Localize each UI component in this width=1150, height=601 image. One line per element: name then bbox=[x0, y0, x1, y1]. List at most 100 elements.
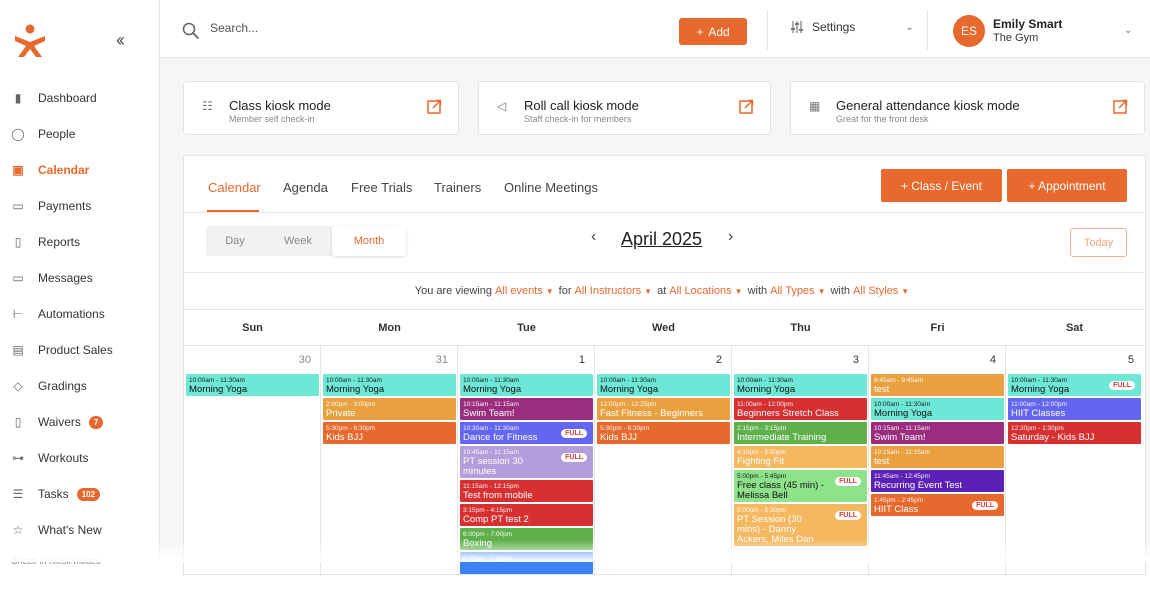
sidebar-item-payments[interactable]: ▭ Payments bbox=[0, 188, 160, 224]
tab-agenda[interactable]: Agenda bbox=[283, 180, 328, 195]
calendar-event[interactable]: 10:00am - 11:30am Morning Yoga bbox=[734, 374, 867, 396]
event-time: 10:00am - 11:30am bbox=[874, 401, 930, 408]
calendar-event[interactable]: 10:00am - 11:30am Morning Yoga bbox=[597, 374, 730, 396]
calendar-event[interactable]: 10:00am - 11:30am Morning Yoga FULL bbox=[1008, 374, 1141, 396]
external-link-icon[interactable] bbox=[427, 99, 442, 114]
receipt-icon: ▤ bbox=[12, 343, 24, 357]
sidebar-item-label: Reports bbox=[38, 235, 81, 249]
calendar-event[interactable]: 10:45am - 11:15am PT session 30 minutes FU… bbox=[460, 446, 593, 478]
kiosk-list-icon: ☷ bbox=[202, 99, 213, 113]
chevron-down-icon[interactable]: ▼ bbox=[735, 287, 743, 296]
search-input[interactable] bbox=[210, 21, 510, 35]
view-week[interactable]: Week bbox=[264, 226, 332, 256]
calendar-event[interactable]: 2:00pm - 3:00pm Private bbox=[323, 398, 456, 420]
calendar-event[interactable]: 12:30pm - 1:30pm Saturday - Kids BJJ bbox=[1008, 422, 1141, 444]
automation-icon: ⊢ bbox=[12, 307, 24, 321]
external-link-icon[interactable] bbox=[1113, 99, 1128, 114]
kiosk-card-class[interactable]: ☷ Class kiosk mode Member self check-in bbox=[183, 81, 459, 135]
chevron-down-icon[interactable]: ▼ bbox=[546, 287, 554, 296]
filter-types[interactable]: All Types bbox=[770, 285, 814, 297]
calendar-event[interactable]: 10:15am - 11:15am Swim Team! bbox=[871, 422, 1004, 444]
chevron-down-icon[interactable]: ▼ bbox=[818, 287, 826, 296]
megaphone-icon: ◁ bbox=[497, 99, 507, 113]
calendar-event[interactable]: 4:15pm - 5:00pm Fighting Fit bbox=[734, 446, 867, 468]
event-time: 2:00pm - 3:00pm bbox=[326, 401, 376, 408]
chevron-down-icon[interactable]: ⌄ bbox=[1124, 25, 1132, 36]
calendar-event[interactable]: 11:15am - 12:15pm Test from mobile bbox=[460, 480, 593, 502]
day-of-week-label: Wed bbox=[651, 322, 676, 334]
chevron-down-icon[interactable]: ▼ bbox=[901, 287, 909, 296]
main-content: ☷ Class kiosk mode Member self check-in … bbox=[160, 58, 1150, 576]
calendar-event[interactable]: 10:00am - 11:30am Morning Yoga bbox=[871, 398, 1004, 420]
chevron-left-icon[interactable]: ‹ bbox=[591, 228, 596, 246]
filter-instructors[interactable]: All Instructors bbox=[575, 285, 642, 297]
full-badge: FULL bbox=[972, 501, 998, 510]
sidebar-item-reports[interactable]: ▯ Reports bbox=[0, 224, 160, 260]
sidebar-item-calendar[interactable]: ▣ Calendar bbox=[0, 152, 160, 188]
calendar-event[interactable]: 11:00am - 12:00pm Beginners Stretch Class bbox=[734, 398, 867, 420]
add-button[interactable]: + Add bbox=[679, 18, 747, 45]
sidebar-item-messages[interactable]: ▭ Messages bbox=[0, 260, 160, 296]
calendar-event[interactable]: 8:45am - 9:45am test bbox=[871, 374, 1004, 396]
today-button[interactable]: Today bbox=[1070, 228, 1127, 257]
event-time: 10:15am - 11:15am bbox=[874, 449, 930, 456]
calendar-event[interactable]: 10:15am - 11:15am test bbox=[871, 446, 1004, 468]
calendar-event[interactable]: 5:00pm - 5:45pm Free class (45 min) - Mel… bbox=[734, 470, 867, 502]
tab-trainers[interactable]: Trainers bbox=[434, 180, 481, 195]
calendar-event[interactable]: 10:00am - 11:30am Morning Yoga bbox=[323, 374, 456, 396]
event-time: 10:00am - 11:30am bbox=[189, 377, 245, 384]
sidebar-item-workouts[interactable]: ⊶ Workouts bbox=[0, 440, 160, 476]
day-of-week-label: Fri bbox=[930, 322, 945, 334]
filter-events[interactable]: All events bbox=[495, 285, 543, 297]
tab-online-meetings[interactable]: Online Meetings bbox=[504, 180, 598, 195]
calendar-event[interactable]: 10:00am - 11:30am Morning Yoga bbox=[460, 374, 593, 396]
tab-calendar[interactable]: Calendar bbox=[208, 180, 261, 195]
sidebar-item-label: Product Sales bbox=[38, 343, 113, 357]
sidebar-item-automations[interactable]: ⊢ Automations bbox=[0, 296, 160, 332]
add-appointment-button[interactable]: + Appointment bbox=[1007, 169, 1127, 202]
calendar-event[interactable]: 5:30pm - 6:30pm Kids BJJ bbox=[323, 422, 456, 444]
calendar-event[interactable]: 10:15am - 11:15am Swim Team! bbox=[460, 398, 593, 420]
sidebar-item-dashboard[interactable]: ▮ Dashboard bbox=[0, 80, 160, 116]
view-month[interactable]: Month bbox=[332, 226, 406, 256]
sidebar-item-product-sales[interactable]: ▤ Product Sales bbox=[0, 332, 160, 368]
user-name[interactable]: Emily Smart bbox=[993, 17, 1062, 31]
event-name: Kids BJJ bbox=[600, 432, 637, 443]
sidebar-item-gradings[interactable]: ◇ Gradings bbox=[0, 368, 160, 404]
filter-locations[interactable]: All Locations bbox=[669, 285, 731, 297]
sidebar-item-label: People bbox=[38, 127, 76, 141]
calendar-event[interactable]: 10:30am - 11:30am Dance for Fitness FULL bbox=[460, 422, 593, 444]
sidebar-item-tasks[interactable]: ☰ Tasks 102 bbox=[0, 476, 160, 512]
event-time: 10:00am - 11:30am bbox=[737, 377, 793, 384]
filter-styles[interactable]: All Styles bbox=[853, 285, 898, 297]
double-chevron-left-icon[interactable]: ‹‹ bbox=[116, 30, 125, 51]
calendar-tabs: Calendar Agenda Free Trials Trainers Onl… bbox=[184, 156, 1145, 213]
calendar-event[interactable]: 1:45pm - 2:45pm HIIT Class FULL bbox=[871, 494, 1004, 516]
sidebar-item-label: Messages bbox=[38, 271, 93, 285]
user-icon: ◯ bbox=[11, 127, 25, 141]
calendar-event[interactable]: 12:00pm - 12:25pm Fast Fitness - Beginner… bbox=[597, 398, 730, 420]
calendar-event[interactable]: 5:30pm - 6:30pm Kids BJJ bbox=[597, 422, 730, 444]
sidebar-item-label: Workouts bbox=[38, 451, 89, 465]
tab-free-trials[interactable]: Free Trials bbox=[351, 180, 412, 195]
avatar[interactable]: ES bbox=[953, 15, 985, 47]
calendar-event[interactable]: 2:15pm - 3:15pm Intermediate Training bbox=[734, 422, 867, 444]
kiosk-card-general[interactable]: ▦ General attendance kiosk mode Great fo… bbox=[790, 81, 1145, 135]
chevron-right-icon[interactable]: › bbox=[728, 228, 733, 246]
calendar-event[interactable]: 3:15pm - 4:15pm Comp PT test 2 bbox=[460, 504, 593, 526]
add-class-event-button[interactable]: + Class / Event bbox=[881, 169, 1002, 202]
external-link-icon[interactable] bbox=[739, 99, 754, 114]
month-title[interactable]: April 2025 bbox=[621, 229, 702, 250]
kiosk-card-roll-call[interactable]: ◁ Roll call kiosk mode Staff check-in fo… bbox=[478, 81, 771, 135]
day-number: 5 bbox=[1127, 354, 1134, 366]
calendar-event[interactable]: 11:00am - 12:00pm HIIT Classes bbox=[1008, 398, 1141, 420]
sidebar-item-people[interactable]: ◯ People bbox=[0, 116, 160, 152]
settings-dropdown[interactable]: Settings ⌄ bbox=[790, 20, 914, 34]
kiosk-title: Roll call kiosk mode bbox=[524, 98, 639, 113]
chevron-down-icon[interactable]: ▼ bbox=[644, 287, 652, 296]
brand-logo[interactable] bbox=[12, 22, 48, 58]
view-day[interactable]: Day bbox=[206, 226, 264, 256]
calendar-event[interactable]: 10:00am - 11:30am Morning Yoga bbox=[186, 374, 319, 396]
sidebar-item-waivers[interactable]: ▯ Waivers 7 bbox=[0, 404, 160, 440]
calendar-event[interactable]: 11:45am - 12:45pm Recurring Event Test bbox=[871, 470, 1004, 492]
